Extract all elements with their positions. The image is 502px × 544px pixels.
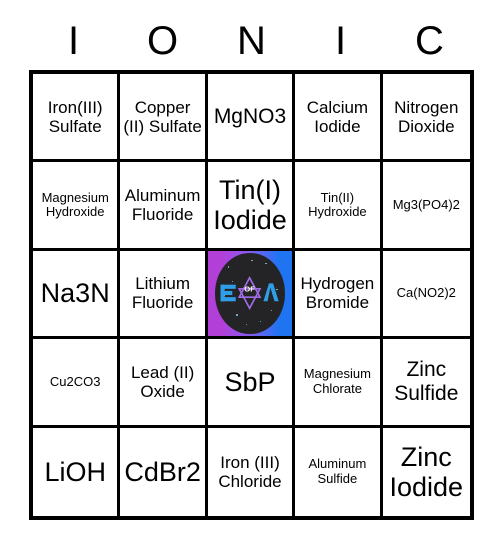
bingo-cell[interactable]: SbP [207,339,296,428]
bingo-cell[interactable]: Hydrogen Bromide [295,250,383,340]
bingo-cell[interactable]: Calcium Iodide [295,74,383,163]
bingo-card: I O N I C Iron(III) Sulfate Copper (II) S… [0,0,502,544]
logo-star-icon [231,280,234,282]
bingo-cell-label: Cu2CO3 [49,373,101,389]
bingo-cell-label: Magnesium Chlorate [303,366,371,396]
bingo-cell-label: Aluminum Fluoride [124,186,201,225]
bingo-cell[interactable]: Magnesium Hydroxide [33,162,121,251]
logo-star-icon [227,266,230,268]
bingo-cell-label: Lead (II) Oxide [130,362,195,401]
logo-star-icon [259,320,261,322]
bingo-cell[interactable]: Ca(NO2)2 [382,250,470,340]
bingo-cell[interactable]: Iron (III) Chloride [207,427,296,516]
logo-star-icon [245,323,248,326]
bingo-cell-label: Iron(III) Sulfate [47,97,103,136]
bingo-cell-label: Ca(NO2)2 [396,285,456,301]
header-letter-4: I [334,19,347,63]
bingo-cell[interactable]: Mg3(PO4)2 [382,162,470,251]
bingo-cell-label: Hydrogen Bromide [300,274,375,313]
bingo-cell-label: CdBr2 [124,456,201,487]
bingo-cell[interactable]: Na3N [33,250,121,340]
header-letter-1: I [67,19,80,63]
bingo-cell[interactable]: Zinc Iodide [382,427,470,516]
header-letter-2: O [146,19,179,63]
header-letter-5: C [415,19,444,63]
bingo-cell-label: Lithium Fluoride [131,274,194,313]
bingo-cell[interactable]: Lead (II) Oxide [120,339,208,428]
bingo-cell-label: Mg3(PO4)2 [392,196,460,212]
bingo-cell-label: Zinc Iodide [389,441,464,502]
bingo-cell-label: Tin(II) Hydroxide [308,189,367,220]
logo-of-text: OF [245,285,256,294]
bingo-cell-label: Copper (II) Sulfate [123,97,202,136]
logo-disc: OF [215,253,285,334]
bingo-cell[interactable]: Tin(I) Iodide [207,162,296,251]
bingo-cell[interactable]: Cu2CO3 [33,339,121,428]
bingo-cell[interactable]: Iron(III) Sulfate [33,74,121,163]
bingo-cell-label: Calcium Iodide [306,97,369,136]
bingo-free-space-cell[interactable]: OF [207,250,296,340]
bingo-cell-label: Magnesium Hydroxide [41,189,109,220]
bingo-cell[interactable]: Copper (II) Sulfate [120,74,208,163]
bingo-cell-label: MgNO3 [213,104,287,128]
bingo-cell-label: Aluminum Sulfide [308,456,367,486]
bingo-cell[interactable]: Magnesium Chlorate [295,339,383,428]
bingo-cell[interactable]: Zinc Sulfide [382,339,470,428]
free-space-logo: OF [207,250,293,337]
bingo-cell[interactable]: Tin(II) Hydroxide [295,162,383,251]
logo-star-icon [265,262,267,265]
bingo-cell-label: SbP [224,366,276,397]
bingo-cell[interactable]: CdBr2 [120,427,208,516]
bingo-grid: Iron(III) Sulfate Copper (II) Sulfate MgNO… [29,70,474,520]
bingo-header: I O N I C [29,14,474,68]
bingo-cell[interactable]: Aluminum Fluoride [120,162,208,251]
bingo-cell[interactable]: Nitrogen Dioxide [382,74,470,163]
free-space-emblem-icon: OF [220,276,280,311]
logo-star-icon [236,314,238,316]
logo-star-icon [251,259,253,261]
header-letter-3: N [237,19,266,63]
bingo-cell[interactable]: Lithium Fluoride [120,250,208,340]
bingo-cell[interactable]: MgNO3 [207,74,296,163]
bingo-cell-label: Iron (III) Chloride [218,452,282,491]
bingo-cell-label: LiOH [44,456,106,487]
bingo-cell-label: Na3N [40,278,110,309]
bingo-cell[interactable]: LiOH [33,427,121,516]
bingo-cell[interactable]: Aluminum Sulfide [295,427,383,516]
logo-star-icon [276,288,278,290]
bingo-cell-label: Nitrogen Dioxide [394,97,459,136]
bingo-cell-label: Zinc Sulfide [394,358,459,405]
bingo-cell-label: Tin(I) Iodide [213,174,287,236]
